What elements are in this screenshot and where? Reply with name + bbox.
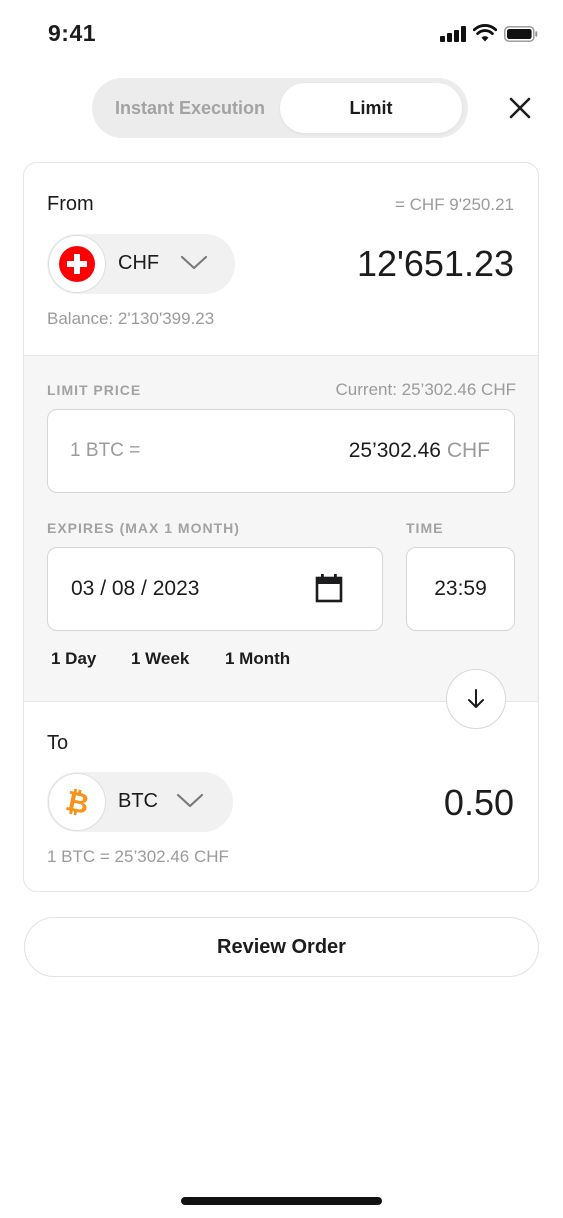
expiry-time-value: 23:59 bbox=[434, 577, 487, 600]
limit-price-current: Current: 25’302.46 CHF bbox=[335, 380, 516, 399]
arrow-down-icon bbox=[468, 689, 484, 708]
expiry-date-input[interactable]: 03 / 08 / 2023 bbox=[47, 547, 383, 631]
from-currency-code: CHF bbox=[118, 252, 160, 274]
wifi-icon bbox=[473, 24, 497, 42]
status-time: 9:41 bbox=[48, 20, 97, 46]
order-card: From = CHF 9'250.21 CHF 12'651.23 Balanc… bbox=[23, 162, 539, 892]
time-label: TIME bbox=[406, 520, 444, 536]
to-currency-selector[interactable]: ₿ BTC bbox=[47, 772, 233, 832]
tab-limit[interactable]: Limit bbox=[280, 83, 462, 133]
to-rate: 1 BTC = 25’302.46 CHF bbox=[47, 847, 229, 866]
signal-icon bbox=[440, 26, 468, 42]
from-currency-selector[interactable]: CHF bbox=[47, 234, 235, 294]
expiry-date-value: 03 / 08 / 2023 bbox=[71, 577, 200, 600]
from-label: From bbox=[47, 193, 94, 215]
battery-icon bbox=[504, 26, 538, 42]
limit-price-value-wrap: 25’302.46 CHF bbox=[349, 439, 490, 463]
chevron-down-icon bbox=[176, 793, 204, 808]
home-indicator bbox=[181, 1197, 382, 1205]
chevron-down-icon bbox=[180, 255, 208, 270]
limit-price-label: LIMIT PRICE bbox=[47, 382, 142, 398]
expiry-time-input[interactable]: 23:59 bbox=[406, 547, 515, 631]
from-amount[interactable]: 12'651.23 bbox=[357, 243, 514, 285]
swiss-flag-icon bbox=[48, 235, 106, 293]
expires-label: EXPIRES (MAX 1 MONTH) bbox=[47, 520, 240, 536]
limit-price-prefix: 1 BTC = bbox=[70, 440, 141, 461]
close-icon[interactable] bbox=[506, 94, 534, 122]
from-balance: Balance: 2'130'399.23 bbox=[47, 309, 215, 328]
quick-expiry-1-week[interactable]: 1 Week bbox=[131, 649, 189, 669]
swap-direction-button[interactable] bbox=[446, 669, 506, 729]
status-bar: 9:41 bbox=[0, 0, 563, 68]
from-equivalent: = CHF 9'250.21 bbox=[394, 195, 514, 214]
quick-expiry-1-month[interactable]: 1 Month bbox=[225, 649, 290, 669]
calendar-icon[interactable] bbox=[315, 573, 343, 603]
to-currency-code: BTC bbox=[118, 790, 158, 812]
quick-expiry-1-day[interactable]: 1 Day bbox=[51, 649, 96, 669]
to-label: To bbox=[47, 732, 69, 754]
limit-price-input[interactable]: 1 BTC = 25’302.46 CHF bbox=[47, 409, 515, 493]
limit-price-value: 25’302.46 bbox=[348, 439, 441, 462]
bitcoin-icon: ₿ bbox=[48, 773, 106, 831]
to-amount[interactable]: 0.50 bbox=[444, 782, 514, 824]
order-type-toggle: Instant Execution Limit bbox=[92, 78, 468, 138]
tab-instant-execution[interactable]: Instant Execution bbox=[98, 83, 282, 133]
limit-price-unit: CHF bbox=[446, 439, 490, 462]
review-order-button[interactable]: Review Order bbox=[24, 917, 539, 977]
